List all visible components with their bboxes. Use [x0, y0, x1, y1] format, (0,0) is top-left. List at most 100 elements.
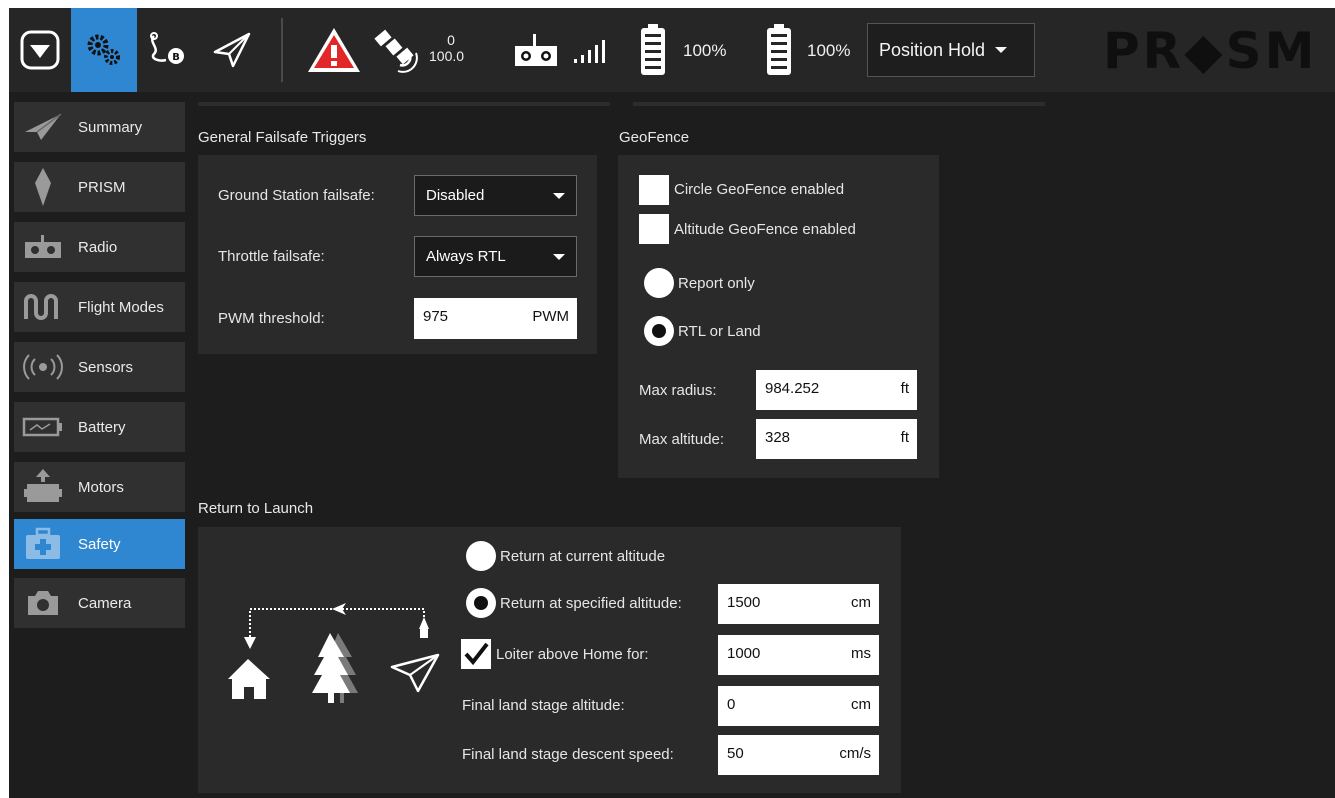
first-aid-kit-icon	[14, 519, 72, 569]
loiter-checkbox[interactable]	[461, 639, 491, 669]
max-altitude-value: 328	[765, 429, 791, 446]
sidebar-item-prism[interactable]: PRISM	[14, 162, 185, 212]
prism-diamond-icon	[14, 162, 72, 212]
fly-button[interactable]	[199, 8, 265, 92]
final-descent-speed-value: 50	[727, 745, 744, 762]
flight-mode-dropdown[interactable]: Position Hold	[867, 23, 1035, 77]
return-altitude-input[interactable]: 1500 cm	[718, 584, 879, 624]
top-toolbar: B 0 100.0 100% 100% Position Hold PR◆SM	[9, 8, 1335, 92]
max-radius-label: Max radius:	[639, 382, 717, 399]
sidebar-item-label: Sensors	[78, 358, 134, 376]
final-land-altitude-unit: cm	[851, 696, 871, 713]
max-altitude-label: Max altitude:	[639, 431, 725, 448]
trees-icon	[312, 633, 358, 703]
battery-full-icon	[767, 24, 791, 75]
failsafe-section-title: General Failsafe Triggers	[198, 129, 367, 146]
sidebar-item-safety[interactable]: Safety	[14, 519, 185, 569]
sidebar-item-label: Motors	[78, 478, 124, 496]
loiter-label: Loiter above Home for:	[496, 646, 649, 663]
failsafe-panel: Ground Station failsafe: Disabled Thrott…	[198, 155, 597, 354]
gps-count-readout: 0	[447, 32, 455, 48]
max-radius-value: 984.252	[765, 380, 820, 397]
max-radius-input[interactable]: 984.252 ft	[756, 370, 917, 410]
sidebar-item-label: PRISM	[78, 178, 126, 196]
rtl-section-title: Return to Launch	[198, 500, 314, 517]
paper-plane-icon	[390, 653, 440, 693]
geofence-section-title: GeoFence	[619, 129, 690, 146]
house-icon	[228, 659, 270, 699]
checkmark-icon	[464, 642, 489, 666]
chevron-down-icon	[553, 193, 565, 199]
max-altitude-input[interactable]: 328 ft	[756, 419, 917, 459]
report-only-radio[interactable]	[644, 268, 674, 298]
toolbar-divider	[281, 18, 283, 82]
sidebar-item-label: Camera	[78, 594, 132, 612]
flight-mode-value: Position Hold	[879, 39, 986, 60]
loiter-time-input[interactable]: 1000 ms	[718, 635, 879, 675]
radio-transmitter-icon	[14, 222, 72, 272]
battery1-indicator[interactable]	[631, 8, 675, 92]
flight-plan-button[interactable]: B	[137, 8, 199, 92]
sensors-icon	[14, 342, 72, 392]
return-altitude-value: 1500	[727, 594, 761, 611]
loiter-time-unit: ms	[851, 645, 871, 662]
sidebar-item-label: Flight Modes	[78, 298, 164, 316]
throttle-failsafe-dropdown[interactable]: Always RTL	[414, 236, 577, 277]
flight-modes-icon	[14, 282, 72, 332]
final-land-altitude-input[interactable]: 0 cm	[718, 686, 879, 726]
sidebar-item-label: Battery	[78, 418, 126, 436]
paper-plane-icon	[213, 32, 251, 68]
sidebar-item-camera[interactable]: Camera	[14, 578, 185, 628]
rtl-or-land-radio[interactable]	[644, 316, 674, 346]
sidebar-item-label: Summary	[78, 118, 143, 136]
pwm-threshold-unit: PWM	[532, 308, 569, 325]
sidebar-item-flight-modes[interactable]: Flight Modes	[14, 282, 185, 332]
return-specified-altitude-radio[interactable]	[466, 588, 496, 618]
pwm-threshold-label: PWM threshold:	[218, 310, 325, 327]
pwm-threshold-input[interactable]: 975 PWM	[414, 298, 577, 339]
sidebar-item-label: Safety	[78, 535, 121, 553]
gears-icon	[87, 34, 120, 65]
radio-transmitter-icon	[515, 34, 557, 66]
camera-icon	[14, 578, 72, 628]
svg-text:B: B	[172, 52, 180, 63]
sidebar-item-sensors[interactable]: Sensors	[14, 342, 185, 392]
battery-icon	[14, 402, 72, 452]
satellite-icon	[374, 29, 418, 73]
battery-full-icon	[641, 24, 665, 75]
sidebar-item-radio[interactable]: Radio	[14, 222, 185, 272]
sidebar-item-battery[interactable]: Battery	[14, 402, 185, 452]
rtl-or-land-label: RTL or Land	[678, 323, 761, 340]
final-descent-speed-input[interactable]: 50 cm/s	[718, 735, 879, 775]
chevron-down-icon	[553, 254, 565, 260]
loiter-time-value: 1000	[727, 645, 761, 662]
final-descent-speed-label: Final land stage descent speed:	[462, 746, 674, 763]
warning-indicator[interactable]	[301, 8, 367, 92]
gps-indicator[interactable]	[369, 8, 425, 92]
app-window: B 0 100.0 100% 100% Position Hold PR◆SM …	[9, 8, 1335, 798]
motor-icon	[14, 462, 72, 512]
battery2-indicator[interactable]	[757, 8, 801, 92]
signal-bars-icon	[574, 40, 605, 63]
circle-geofence-label: Circle GeoFence enabled	[674, 181, 845, 198]
circle-geofence-checkbox[interactable]	[639, 175, 669, 205]
radio-indicator[interactable]	[507, 8, 565, 92]
gcs-failsafe-value: Disabled	[426, 187, 485, 204]
signal-strength-indicator	[569, 8, 609, 92]
settings-button[interactable]	[71, 8, 137, 92]
sidebar-item-motors[interactable]: Motors	[14, 462, 185, 512]
gcs-failsafe-dropdown[interactable]: Disabled	[414, 175, 577, 216]
final-descent-speed-unit: cm/s	[839, 745, 871, 762]
chevron-down-icon	[995, 47, 1008, 53]
battery1-percent: 100%	[683, 41, 727, 60]
gcs-failsafe-label: Ground Station failsafe:	[218, 187, 375, 204]
sidebar-item-summary[interactable]: Summary	[14, 102, 185, 152]
return-current-altitude-radio[interactable]	[466, 541, 496, 571]
prism-logo: PR◆SM	[1103, 22, 1318, 80]
sidebar-item-label: Radio	[78, 238, 118, 256]
route-waypoint-icon: B	[150, 32, 184, 64]
final-land-altitude-value: 0	[727, 696, 736, 713]
home-logo-button[interactable]	[9, 8, 71, 92]
hdop-readout: 100.0	[429, 48, 465, 64]
altitude-geofence-checkbox[interactable]	[639, 214, 669, 244]
